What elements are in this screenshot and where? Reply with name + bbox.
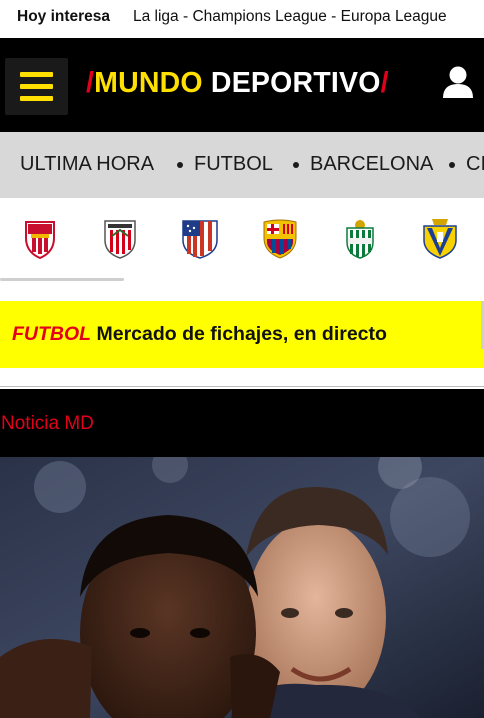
logo-slash-right: /	[380, 67, 389, 99]
noticia-md-label[interactable]: Noticia MD	[1, 413, 94, 435]
site-logo[interactable]: /MUNDO DEPORTIVO/	[86, 67, 389, 100]
cadiz-crest-icon[interactable]	[418, 216, 462, 260]
athletic-club-crest-icon[interactable]	[98, 216, 142, 260]
fc-barcelona-crest-icon[interactable]	[258, 216, 302, 260]
real-betis-crest-icon[interactable]	[338, 216, 382, 260]
crests-scroll-indicator[interactable]	[0, 278, 124, 281]
hamburger-menu-icon[interactable]	[5, 58, 68, 115]
atletico-madrid-crest-icon[interactable]	[178, 216, 222, 260]
featured-news-strip[interactable]: FUTBOL Mercado de fichajes, en directo	[0, 301, 484, 368]
featured-headline[interactable]: Mercado de fichajes, en directo	[97, 323, 387, 345]
article-photo-image[interactable]	[0, 457, 484, 718]
site-header: /MUNDO DEPORTIVO/	[0, 38, 484, 132]
nav-item-barcelona[interactable]: BARCELONA	[310, 153, 433, 176]
logo-word-mundo: MUNDO	[94, 67, 203, 99]
nav-separator-dot	[177, 162, 183, 168]
user-account-icon[interactable]	[440, 65, 476, 99]
nav-item-ultima-hora[interactable]: ULTIMA HORA	[20, 153, 154, 176]
hoy-interesa-links[interactable]: La liga - Champions League - Europa Leag…	[133, 8, 447, 26]
team-crests-strip	[0, 198, 484, 296]
hoy-interesa-label: Hoy interesa	[17, 8, 111, 25]
nav-separator-dot	[449, 162, 455, 168]
section-nav: ULTIMA HORA FUTBOL BARCELONA CI	[0, 132, 484, 198]
hoy-interesa-bar: Hoy interesa La liga - Champions League …	[0, 0, 484, 38]
logo-slash-left: /	[86, 67, 95, 99]
featured-section-tag: FUTBOL	[12, 323, 92, 345]
logo-word-deportivo: DEPORTIVO	[210, 67, 381, 99]
section-divider	[0, 386, 484, 387]
almeria-crest-icon[interactable]	[18, 216, 62, 260]
nav-item-truncated[interactable]: CI	[466, 153, 484, 176]
nav-separator-dot	[293, 162, 299, 168]
noticia-md-band: Noticia MD	[0, 389, 484, 457]
nav-item-futbol[interactable]: FUTBOL	[194, 153, 273, 176]
